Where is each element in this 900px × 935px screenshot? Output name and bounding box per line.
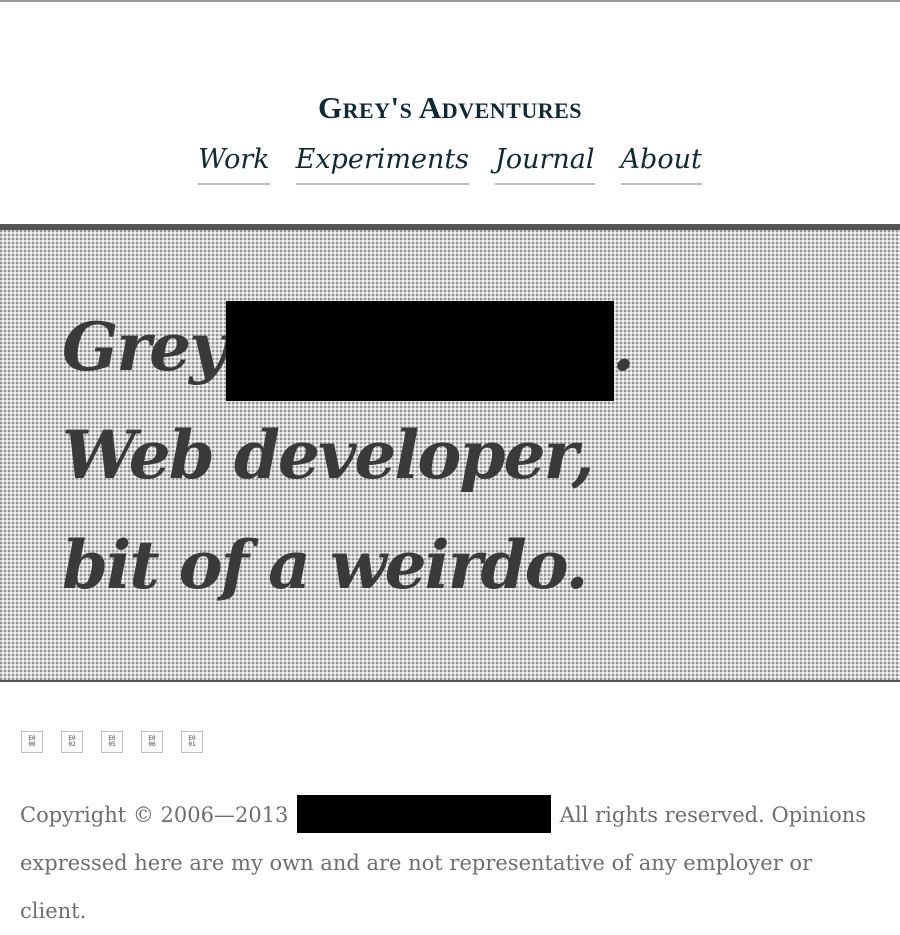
glyph-code-bottom: 00 [28, 741, 36, 748]
glyph-code-bottom: 01 [188, 741, 196, 748]
social-links: E0 00 E0 02 E0 05 E0 06 E0 01 [21, 731, 203, 753]
main-nav: Work Experiments Journal About [0, 140, 900, 185]
copyright-prefix: Copyright © 2006—2013 [20, 803, 289, 827]
nav-link-experiments[interactable]: Experiments [295, 140, 470, 185]
glyph-code-bottom: 05 [108, 741, 116, 748]
social-icon-e002[interactable]: E0 02 [61, 731, 83, 753]
glyph-code-bottom: 02 [68, 741, 76, 748]
hero-tagline-line-2: bit of a weirdo. [62, 526, 588, 604]
redacted-author-name [297, 795, 552, 833]
hero-banner: Grey . Web developer, bit of a weirdo. [0, 224, 900, 682]
glyph-code-bottom: 06 [148, 741, 156, 748]
nav-link-about[interactable]: About [620, 140, 702, 185]
redacted-name-block [226, 301, 614, 401]
hero-tagline-line-1: Web developer, [62, 416, 595, 494]
site-title[interactable]: Grey's Adventures [0, 90, 900, 126]
social-icon-e006[interactable]: E0 06 [141, 731, 163, 753]
hero-name-line: Grey [62, 308, 227, 386]
nav-link-journal[interactable]: Journal [495, 140, 595, 185]
social-icon-e005[interactable]: E0 05 [101, 731, 123, 753]
copyright-text: Copyright © 2006—2013 All rights reserve… [20, 791, 880, 935]
top-rule [0, 0, 900, 2]
social-icon-e000[interactable]: E0 00 [21, 731, 43, 753]
hero-name-period: . [612, 308, 635, 386]
nav-link-work[interactable]: Work [198, 140, 270, 185]
social-icon-e001[interactable]: E0 01 [181, 731, 203, 753]
